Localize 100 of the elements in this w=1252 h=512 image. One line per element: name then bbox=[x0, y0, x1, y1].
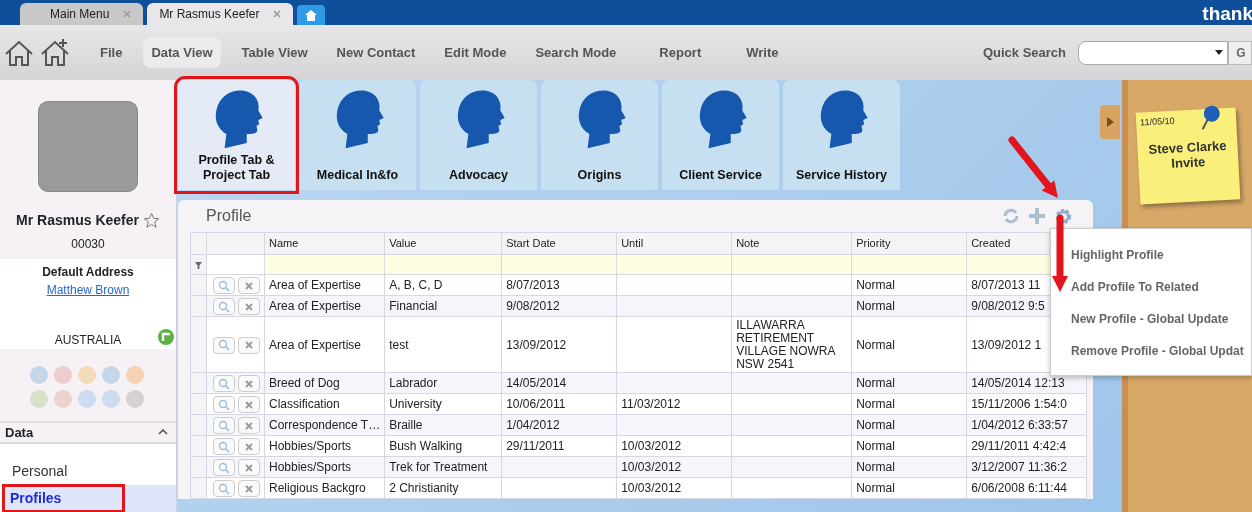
contact-name: Mr Rasmus Keefer bbox=[16, 210, 139, 230]
table-cell: 8/07/2013 bbox=[506, 278, 560, 292]
arrow-right-icon bbox=[1106, 117, 1114, 127]
column-header[interactable]: Priority bbox=[851, 232, 967, 255]
table-cell: 9/08/2012 9:5 bbox=[971, 299, 1045, 313]
table-cell: 13/09/2012 1 bbox=[971, 337, 1042, 352]
settings-icon[interactable] bbox=[1054, 206, 1073, 226]
toolbar-menu-item[interactable]: Write bbox=[738, 36, 787, 69]
table-cell: 10/06/2011 bbox=[506, 397, 566, 411]
view-button[interactable] bbox=[213, 396, 235, 414]
table-cell: A, B, C, D bbox=[389, 278, 443, 292]
browser-tab[interactable]: Main Menu bbox=[20, 3, 144, 25]
add-home-icon[interactable] bbox=[40, 37, 70, 68]
delete-button[interactable] bbox=[238, 396, 260, 414]
column-header[interactable]: Value bbox=[384, 232, 502, 255]
table-cell: Bush Walking bbox=[389, 439, 463, 453]
delete-button[interactable] bbox=[238, 336, 260, 354]
address-heading: Default Address bbox=[41, 263, 135, 281]
filter-icon[interactable] bbox=[195, 261, 202, 269]
table-cell: 9/08/2012 bbox=[506, 299, 560, 313]
column-header[interactable]: Start Date bbox=[501, 232, 617, 255]
table-cell: University bbox=[389, 397, 442, 411]
menu-item[interactable]: Add Profile To Related bbox=[1071, 271, 1199, 303]
add-icon[interactable] bbox=[1028, 207, 1046, 225]
close-icon bbox=[245, 421, 253, 430]
sticky-note[interactable]: 11/05/10 Steve Clarke Invite bbox=[1135, 107, 1241, 205]
search-icon bbox=[218, 279, 230, 292]
toolbar-menu-item[interactable]: File bbox=[92, 36, 131, 69]
delete-button[interactable] bbox=[238, 438, 260, 456]
search-icon bbox=[218, 339, 230, 352]
view-button[interactable] bbox=[213, 336, 235, 354]
table-cell: 8/07/2013 11 bbox=[971, 278, 1041, 292]
star-icon[interactable] bbox=[142, 211, 160, 229]
browser-tab[interactable]: Mr Rasmus Keefer bbox=[147, 3, 294, 25]
quick-search-field[interactable] bbox=[1078, 40, 1228, 65]
view-button[interactable] bbox=[213, 375, 235, 393]
country-text: AUSTRALIA bbox=[54, 332, 122, 347]
toolbar-menu-item[interactable]: Table View bbox=[233, 36, 316, 69]
table-cell: 15/11/2006 1:54:0 bbox=[971, 397, 1068, 411]
caret-icon[interactable] bbox=[158, 429, 168, 436]
table-cell: 10/03/2012 bbox=[621, 439, 682, 453]
table-cell-text: ILLAWARRA RETIREMENT VILLAGE NOWRA NSW 2541 bbox=[736, 318, 837, 371]
view-tab[interactable]: Medical In&fo bbox=[299, 80, 416, 190]
search-icon bbox=[218, 440, 230, 453]
view-tab[interactable]: Advocacy bbox=[420, 80, 537, 190]
view-button[interactable] bbox=[213, 277, 235, 295]
search-icon bbox=[218, 482, 230, 495]
go-button[interactable]: G bbox=[1228, 40, 1252, 65]
toolbar-menu-item[interactable]: Search Mode bbox=[527, 36, 625, 69]
column-header[interactable]: Note bbox=[731, 232, 852, 255]
collapse-handle[interactable] bbox=[1100, 105, 1120, 139]
home-tab[interactable] bbox=[297, 5, 326, 25]
table-cell: 11/03/2012 bbox=[621, 397, 681, 411]
toolbar-menu-item[interactable]: New Contact bbox=[328, 36, 424, 69]
table-cell: Labrador bbox=[389, 376, 438, 390]
view-button[interactable] bbox=[213, 459, 235, 477]
home-icon bbox=[305, 9, 318, 21]
table-cell: Normal bbox=[856, 439, 895, 453]
delete-button[interactable] bbox=[238, 417, 260, 435]
delete-button[interactable] bbox=[238, 459, 260, 477]
view-button[interactable] bbox=[213, 298, 235, 316]
sidebar-item[interactable]: Personal bbox=[0, 458, 176, 485]
table-cell: Braille bbox=[389, 418, 423, 432]
menu-item[interactable]: Remove Profile - Global Updat bbox=[1071, 335, 1244, 367]
table-cell: Classification bbox=[269, 397, 340, 411]
delete-button[interactable] bbox=[238, 375, 260, 393]
table-cell: 3/12/2007 11:36:2 bbox=[971, 460, 1068, 474]
table-cell: 1/04/2012 bbox=[506, 418, 560, 432]
table-cell: test bbox=[389, 337, 409, 352]
search-icon bbox=[218, 461, 230, 474]
view-tab[interactable]: Client Service bbox=[662, 80, 779, 190]
address-link[interactable]: Matthew Brown bbox=[46, 282, 130, 297]
close-icon[interactable] bbox=[123, 10, 132, 18]
toolbar-menu-item[interactable]: Data View bbox=[143, 36, 221, 69]
close-icon[interactable] bbox=[273, 10, 282, 18]
column-header[interactable]: Until bbox=[616, 232, 732, 255]
dropdown-arrow-icon[interactable] bbox=[1215, 50, 1223, 55]
table-cell: Financial bbox=[389, 299, 438, 313]
close-icon bbox=[245, 379, 253, 388]
table-cell: 6/06/2008 6:11:44 bbox=[971, 481, 1068, 495]
table-cell: Normal bbox=[856, 418, 895, 432]
table-cell: Normal bbox=[856, 460, 895, 474]
delete-button[interactable] bbox=[238, 298, 260, 316]
view-button[interactable] bbox=[213, 480, 235, 498]
close-icon bbox=[245, 341, 253, 350]
refresh-icon[interactable] bbox=[1002, 207, 1020, 225]
toolbar-menu-item[interactable]: Edit Mode bbox=[436, 36, 515, 69]
delete-button[interactable] bbox=[238, 277, 260, 295]
table-cell: Correspondence T… bbox=[269, 418, 381, 432]
view-button[interactable] bbox=[213, 417, 235, 435]
delete-button[interactable] bbox=[238, 480, 260, 498]
column-header[interactable]: Name bbox=[264, 232, 385, 255]
view-button[interactable] bbox=[213, 438, 235, 456]
table-cell: Area of Expertise bbox=[269, 337, 362, 352]
view-tab[interactable]: Service History bbox=[783, 80, 900, 190]
sidebar-item[interactable]: Profiles bbox=[2, 485, 176, 512]
menu-item[interactable]: New Profile - Global Update bbox=[1071, 303, 1229, 335]
toolbar-menu-item[interactable]: Report bbox=[651, 36, 710, 69]
table-cell: Area of Expertise bbox=[269, 278, 362, 292]
view-tab[interactable]: Origins bbox=[541, 80, 658, 190]
